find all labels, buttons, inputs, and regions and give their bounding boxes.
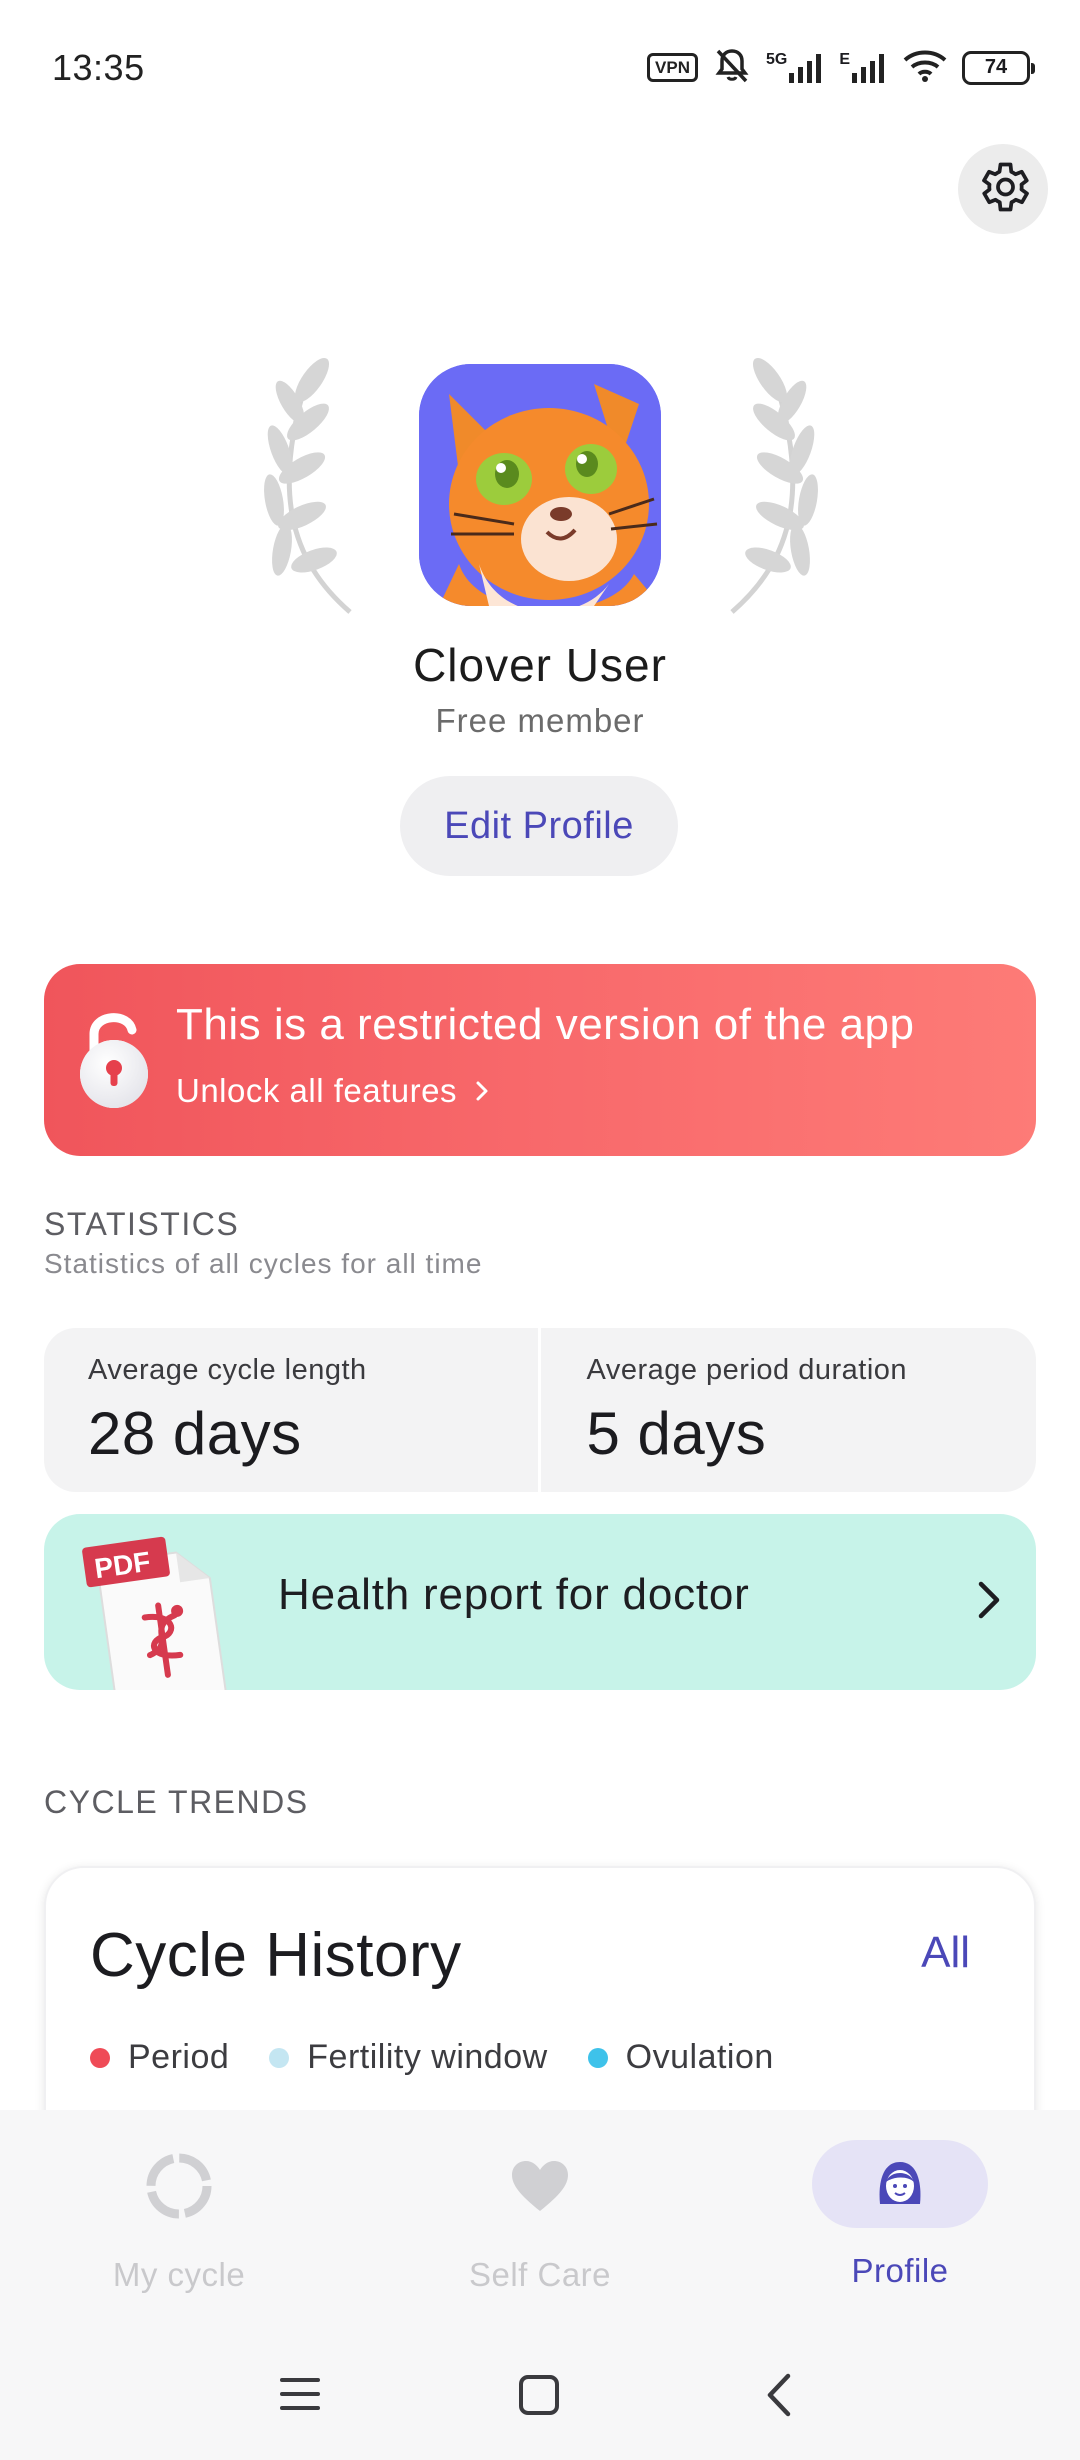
health-report-button[interactable]: PDF Health report for doctor bbox=[44, 1514, 1036, 1690]
gear-icon bbox=[973, 157, 1033, 222]
status-time: 13:35 bbox=[52, 46, 145, 88]
legend-item-ovulation: Ovulation bbox=[587, 2038, 774, 2077]
statistics-subtitle: Statistics of all cycles for all time bbox=[44, 1248, 483, 1279]
period-dot-icon bbox=[90, 2047, 110, 2068]
profile-face-icon bbox=[812, 2140, 988, 2228]
muted-bell-icon bbox=[712, 45, 752, 90]
network-e-label: E bbox=[839, 50, 850, 68]
signal-e-icon: E bbox=[839, 51, 888, 85]
battery-icon: 74 bbox=[962, 50, 1035, 85]
unlocked-padlock-icon bbox=[72, 1004, 156, 1119]
health-report-label: Health report for doctor bbox=[278, 1570, 750, 1619]
signal-5g-icon: 5G bbox=[766, 51, 825, 85]
profile-name: Clover User bbox=[413, 639, 667, 691]
nav-label: My cycle bbox=[112, 2256, 246, 2293]
stat-value: 5 days bbox=[586, 1400, 767, 1467]
settings-button[interactable] bbox=[958, 144, 1048, 234]
unlock-features-label: Unlock all features bbox=[176, 1072, 457, 1109]
chevron-right-icon bbox=[976, 1578, 1002, 1627]
home-square-icon[interactable] bbox=[518, 2374, 560, 2421]
avatar[interactable] bbox=[419, 364, 661, 606]
cycle-history-title: Cycle History bbox=[90, 1921, 462, 1990]
cycle-trends-heading: CYCLE TRENDS bbox=[44, 1784, 309, 1820]
stat-value: 28 days bbox=[88, 1400, 302, 1467]
view-all-button[interactable]: All bbox=[921, 1928, 970, 1978]
banner-title: This is a restricted version of the app bbox=[176, 1000, 915, 1049]
network-5g-label: 5G bbox=[765, 50, 788, 68]
system-navigation-bar bbox=[0, 2360, 1080, 2430]
tab-my-cycle[interactable]: My cycle bbox=[79, 2140, 279, 2294]
laurel-right-icon bbox=[722, 350, 832, 625]
laurel-left-icon bbox=[250, 350, 360, 625]
wifi-icon bbox=[902, 48, 948, 87]
nav-label: Profile bbox=[851, 2252, 949, 2289]
legend-label: Period bbox=[128, 2038, 230, 2076]
legend-label: Fertility window bbox=[307, 2038, 548, 2076]
pdf-document-icon: PDF bbox=[66, 1536, 246, 1690]
stat-label: Average period duration bbox=[586, 1354, 908, 1386]
legend-item-period: Period bbox=[90, 2038, 229, 2077]
unlock-features-link[interactable]: Unlock all features bbox=[176, 1072, 489, 1110]
vpn-badge: VPN bbox=[647, 53, 698, 82]
fertility-dot-icon bbox=[269, 2047, 290, 2068]
edit-profile-button[interactable]: Edit Profile bbox=[400, 776, 678, 876]
back-chevron-icon[interactable] bbox=[762, 2372, 796, 2423]
stat-label: Average cycle length bbox=[88, 1354, 367, 1386]
nav-label: Self Care bbox=[468, 2256, 612, 2293]
tab-self-care[interactable]: Self Care bbox=[440, 2140, 640, 2294]
status-bar: 13:35 VPN 5G E 74 bbox=[0, 0, 1080, 135]
menu-icon[interactable] bbox=[278, 2374, 322, 2419]
legend-item-fertility-window: Fertility window bbox=[269, 2038, 547, 2077]
cycle-ring-icon bbox=[79, 2140, 279, 2232]
ovulation-dot-icon bbox=[587, 2047, 608, 2068]
restricted-version-banner[interactable]: This is a restricted version of the app … bbox=[44, 964, 1036, 1156]
statistics-heading: STATISTICS bbox=[44, 1206, 240, 1242]
cat-avatar-icon bbox=[419, 364, 661, 606]
tab-profile[interactable]: Profile bbox=[800, 2140, 1000, 2290]
cycle-legend: Period Fertility window Ovulation bbox=[90, 2038, 774, 2077]
status-icons: VPN 5G E 74 bbox=[647, 45, 1035, 90]
membership-tier: Free member bbox=[435, 702, 645, 739]
legend-label: Ovulation bbox=[625, 2038, 774, 2076]
chevron-right-icon bbox=[475, 1072, 489, 1110]
stat-average-cycle-length: Average cycle length 28 days bbox=[44, 1328, 538, 1492]
stat-average-period-duration: Average period duration 5 days bbox=[537, 1328, 1037, 1492]
heart-icon bbox=[440, 2140, 640, 2232]
statistics-card: Average cycle length 28 days Average per… bbox=[44, 1328, 1036, 1492]
